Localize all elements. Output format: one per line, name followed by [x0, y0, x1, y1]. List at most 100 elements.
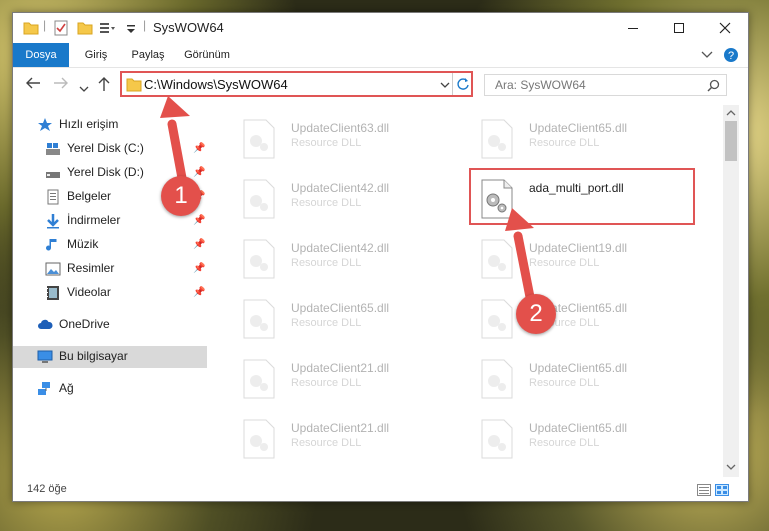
arrow-left-icon	[26, 77, 40, 89]
file-item[interactable]: UpdateClient42.dll Resource DLL	[228, 173, 438, 223]
arrow-up-icon	[98, 77, 110, 91]
sidebar-item-onedrive[interactable]: OneDrive	[13, 314, 207, 336]
customize-toolbar-icon[interactable]	[99, 20, 115, 36]
ribbon-tabs: Dosya Giriş Paylaş Görünüm ?	[13, 43, 748, 68]
dll-file-icon	[481, 119, 513, 159]
folder-icon	[126, 78, 142, 92]
address-path: C:\Windows\SysWOW64	[144, 77, 288, 92]
refresh-icon[interactable]	[456, 77, 470, 91]
network-icon	[38, 382, 50, 395]
status-bar: 142 öğe	[13, 479, 748, 501]
chevron-down-icon[interactable]	[701, 50, 713, 60]
navigation-bar: C:\Windows\SysWOW64 Ara: SysWOW64	[13, 68, 748, 102]
step-2-badge: 2	[516, 294, 556, 334]
close-button[interactable]	[702, 13, 748, 43]
star-icon	[38, 118, 52, 131]
sidebar-item-quick-access[interactable]: Hızlı erişim	[13, 114, 207, 136]
file-item[interactable]: UpdateClient65.dll Resource DLL	[466, 293, 676, 343]
back-button[interactable]	[25, 76, 41, 94]
dll-file-icon	[243, 239, 275, 279]
tab-view[interactable]: Görünüm	[179, 43, 235, 67]
window-title: SysWOW64	[153, 20, 224, 35]
item-count: 142 öğe	[27, 483, 67, 495]
help-icon[interactable]: ?	[723, 47, 739, 63]
tab-home[interactable]: Giriş	[75, 43, 117, 67]
music-icon	[46, 239, 57, 251]
documents-icon	[47, 189, 59, 205]
new-folder-icon[interactable]	[77, 20, 93, 36]
file-list: UpdateClient63.dll Resource DLL UpdateCl…	[218, 105, 723, 477]
dll-file-icon	[481, 239, 513, 279]
pin-icon: 📌	[193, 263, 206, 274]
large-icons-view-icon[interactable]	[715, 484, 729, 496]
pin-icon: 📌	[193, 167, 206, 178]
drive-icon	[46, 143, 60, 155]
file-item[interactable]: UpdateClient65.dll Resource DLL	[466, 113, 676, 163]
file-item[interactable]: UpdateClient65.dll Resource DLL	[228, 293, 438, 343]
sidebar-item-music[interactable]: Müzik 📌	[13, 234, 207, 256]
chevron-down-icon[interactable]	[726, 463, 736, 471]
title-bar: | | SysWOW64	[13, 13, 748, 43]
up-button[interactable]	[97, 76, 111, 96]
tab-share[interactable]: Paylaş	[123, 43, 173, 67]
search-icon	[707, 79, 720, 92]
address-bar[interactable]: C:\Windows\SysWOW64	[120, 71, 473, 97]
maximize-icon	[674, 23, 684, 33]
divider	[452, 73, 453, 95]
file-item[interactable]: UpdateClient19.dll Resource DLL	[466, 233, 676, 283]
details-view-icon[interactable]	[697, 484, 711, 496]
sidebar-item-videos[interactable]: Videolar 📌	[13, 282, 207, 304]
vertical-scrollbar[interactable]	[723, 105, 739, 477]
search-box[interactable]: Ara: SysWOW64	[484, 74, 727, 96]
dll-file-icon	[481, 419, 513, 459]
dll-file-icon	[243, 119, 275, 159]
download-icon	[47, 214, 59, 229]
cloud-icon	[38, 319, 53, 329]
computer-icon	[37, 350, 53, 363]
properties-icon[interactable]	[53, 20, 69, 36]
arrow-right-icon	[54, 77, 68, 89]
folder-icon	[23, 22, 39, 35]
sidebar-item-local-disk-c[interactable]: Yerel Disk (C:) 📌	[13, 138, 207, 160]
sidebar-item-network[interactable]: Ağ	[13, 378, 207, 400]
pin-icon: 📌	[193, 239, 206, 250]
file-item[interactable]: UpdateClient42.dll Resource DLL	[228, 233, 438, 283]
pictures-icon	[45, 262, 61, 276]
svg-text:?: ?	[728, 50, 734, 62]
explorer-window: | | SysWOW64 Dosya Giriş Paylaş Görünüm …	[12, 12, 749, 502]
divider: |	[43, 18, 47, 32]
search-input[interactable]: Ara: SysWOW64	[495, 78, 586, 92]
drive-icon	[46, 172, 60, 178]
step-1-badge: 1	[161, 176, 201, 216]
chevron-down-icon	[79, 86, 89, 92]
dll-file-icon	[243, 299, 275, 339]
recent-locations-button[interactable]	[79, 80, 89, 97]
dll-file-icon	[481, 359, 513, 399]
maximize-button[interactable]	[656, 13, 702, 43]
sidebar-item-pictures[interactable]: Resimler 📌	[13, 258, 207, 280]
dll-file-icon	[243, 359, 275, 399]
divider: |	[143, 18, 147, 32]
dll-file-icon	[481, 299, 513, 339]
pin-icon: 📌	[193, 287, 206, 298]
chevron-up-icon[interactable]	[726, 109, 736, 117]
file-item[interactable]: UpdateClient65.dll Resource DLL	[466, 413, 676, 463]
sidebar-item-this-pc[interactable]: Bu bilgisayar	[13, 346, 207, 368]
close-icon	[719, 22, 731, 34]
chevron-down-icon[interactable]	[440, 81, 450, 89]
scrollbar-thumb[interactable]	[725, 121, 737, 161]
tab-file[interactable]: Dosya	[13, 43, 69, 67]
file-item[interactable]: UpdateClient63.dll Resource DLL	[228, 113, 438, 163]
navigation-pane: Hızlı erişim Yerel Disk (C:) 📌 Yerel Dis…	[13, 107, 208, 477]
pin-icon: 📌	[193, 215, 206, 226]
file-item[interactable]: UpdateClient21.dll Resource DLL	[228, 353, 438, 403]
forward-button[interactable]	[53, 76, 69, 94]
file-item[interactable]: UpdateClient21.dll Resource DLL	[228, 413, 438, 463]
minimize-icon	[628, 28, 638, 29]
file-item[interactable]: UpdateClient65.dll Resource DLL	[466, 353, 676, 403]
file-highlight-box	[469, 168, 695, 225]
minimize-button[interactable]	[610, 13, 656, 43]
chevron-down-icon[interactable]	[125, 20, 137, 36]
pin-icon: 📌	[193, 143, 206, 154]
videos-icon	[47, 286, 59, 300]
